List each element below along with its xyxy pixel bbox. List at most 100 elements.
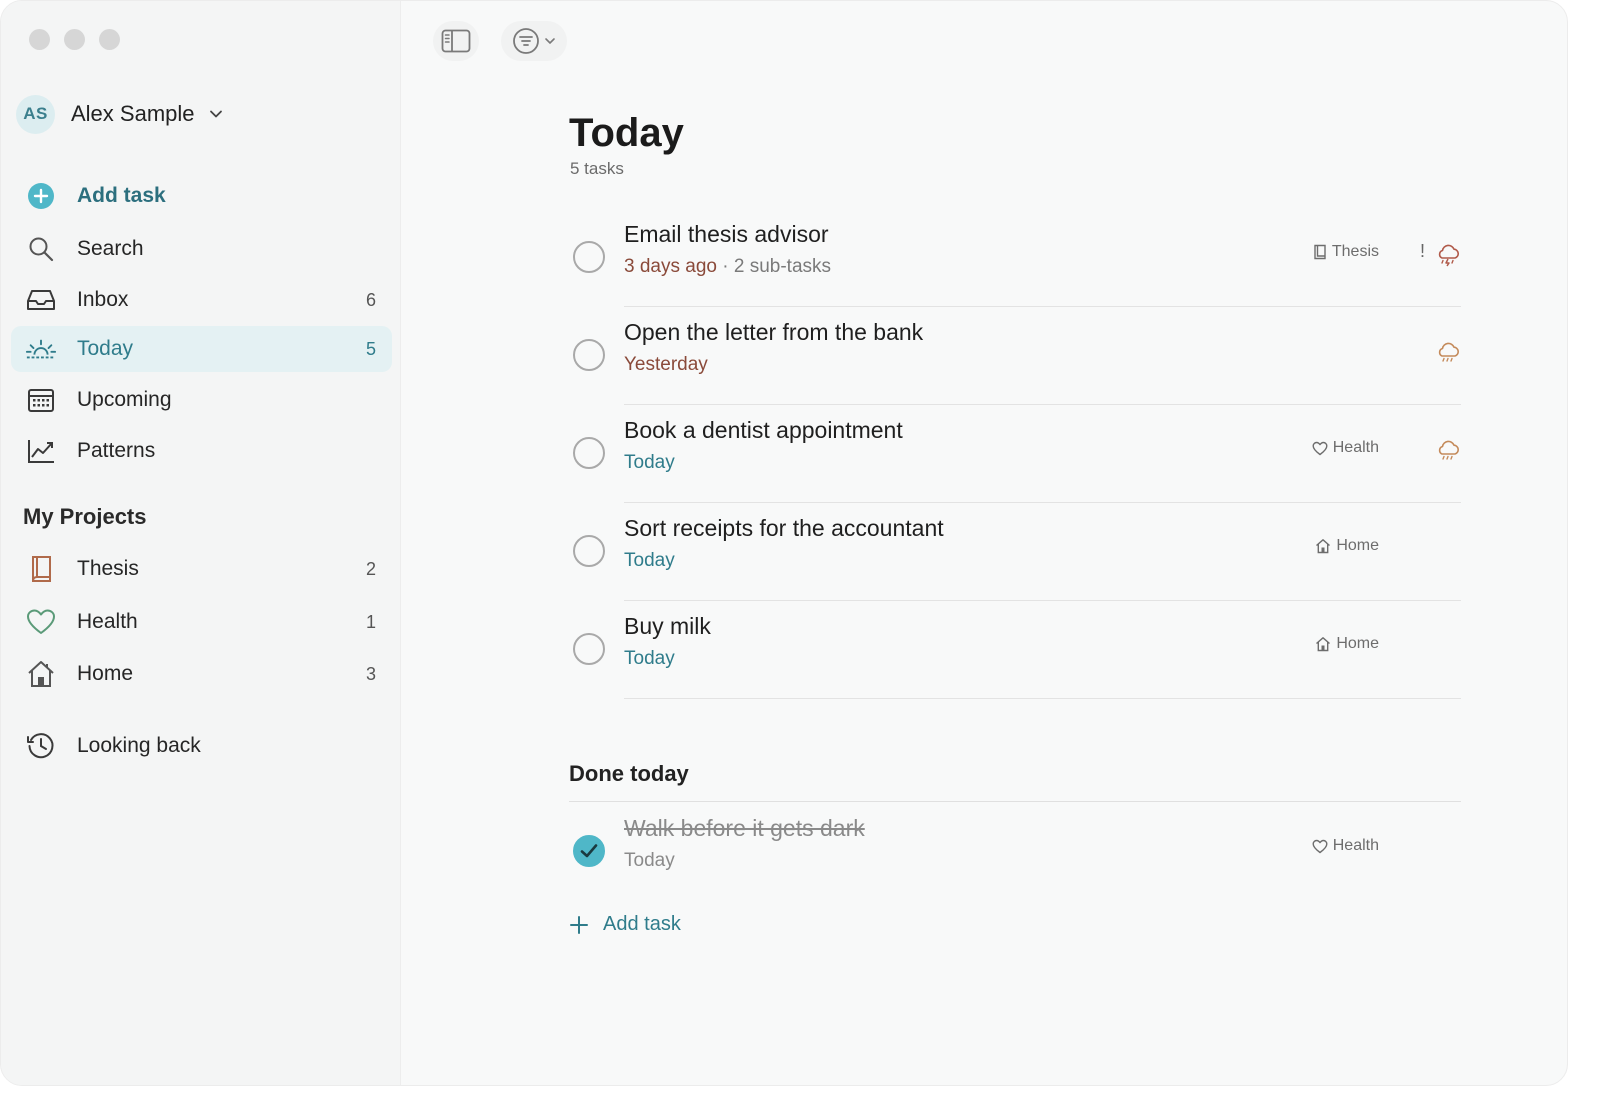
book-icon xyxy=(1314,244,1326,260)
window-controls xyxy=(29,29,120,50)
zoom-window-button[interactable] xyxy=(99,29,120,50)
inbox-tray-icon xyxy=(25,285,57,315)
minimize-window-button[interactable] xyxy=(64,29,85,50)
heart-icon xyxy=(25,607,57,637)
sidebar-item-label: Upcoming xyxy=(77,388,172,411)
heart-icon xyxy=(1312,441,1328,455)
task-meta: Today xyxy=(624,452,675,474)
sidebar-item-count: 2 xyxy=(365,558,376,579)
close-window-button[interactable] xyxy=(29,29,50,50)
task-title: Walk before it gets dark xyxy=(624,815,865,841)
section-divider xyxy=(569,801,1461,802)
house-icon xyxy=(1316,539,1331,554)
rain-cloud-icon xyxy=(1438,440,1459,460)
task-due-date: Today xyxy=(624,550,675,571)
priority-flag: ! xyxy=(1419,241,1425,261)
sunrise-icon xyxy=(25,334,57,364)
sidebar-item-label: Patterns xyxy=(77,439,156,462)
task-due-date: 3 days ago xyxy=(624,256,717,277)
task-row[interactable]: Book a dentist appointment Today Health xyxy=(569,405,1461,503)
sidebar-item-count: 3 xyxy=(365,663,376,684)
task-row[interactable]: Sort receipts for the accountant Today H… xyxy=(569,503,1461,601)
main-content: Today 5 tasks Email thesis advisor 3 day… xyxy=(401,1,1567,1085)
chevron-down-icon xyxy=(209,110,222,118)
task-checkbox[interactable] xyxy=(573,633,605,665)
add-task-button[interactable]: Add task xyxy=(569,913,681,936)
sidebar-item-count: 1 xyxy=(365,611,376,632)
sidebar-item-label: Health xyxy=(77,610,138,633)
house-icon xyxy=(1316,637,1331,652)
plus-icon xyxy=(570,915,588,934)
task-meta: Today xyxy=(624,648,675,670)
sidebar-item-label: Inbox xyxy=(77,288,129,311)
task-due-date: Yesterday xyxy=(624,354,708,375)
sidebar-item-upcoming[interactable]: Upcoming xyxy=(11,377,392,423)
avatar: AS xyxy=(16,94,55,134)
sidebar-item-label: Thesis xyxy=(77,557,139,580)
task-title: Sort receipts for the accountant xyxy=(624,515,944,541)
history-clock-icon xyxy=(25,731,57,761)
sidebar-item-patterns[interactable]: Patterns xyxy=(11,428,392,474)
task-title: Open the letter from the bank xyxy=(624,319,924,345)
task-project-tag[interactable]: Health xyxy=(1312,837,1379,855)
sidebar-item-project-health[interactable]: Health 1 xyxy=(11,599,392,645)
tag-label: Home xyxy=(1336,537,1379,554)
projects-section-title: My Projects xyxy=(23,504,147,529)
rain-cloud-icon xyxy=(1438,342,1459,362)
app-window: AS Alex Sample Add task Search Inbox 6 T… xyxy=(0,0,1568,1086)
task-project-tag[interactable]: Home xyxy=(1315,537,1379,555)
book-icon xyxy=(25,554,57,584)
sidebar-item-label: Looking back xyxy=(77,734,201,757)
sidebar-item-count: 5 xyxy=(365,338,376,359)
done-section-title: Done today xyxy=(569,761,689,786)
tag-label: Health xyxy=(1332,837,1379,854)
house-icon xyxy=(25,659,57,689)
sidebar-item-count: 6 xyxy=(365,289,376,310)
task-project-tag[interactable]: Home xyxy=(1315,635,1379,653)
account-name: Alex Sample xyxy=(71,101,195,126)
task-due-date: Today xyxy=(624,452,675,473)
tag-label: Health xyxy=(1332,439,1379,456)
sidebar-item-label: Add task xyxy=(77,184,166,207)
task-meta: Today xyxy=(624,550,675,572)
trend-chart-icon xyxy=(25,436,57,466)
sidebar-add-task-button[interactable]: Add task xyxy=(11,173,392,219)
tag-label: Home xyxy=(1336,635,1379,652)
sidebar-item-label: Today xyxy=(77,337,134,360)
task-project-tag[interactable]: Health xyxy=(1312,439,1379,457)
task-title: Email thesis advisor xyxy=(624,221,829,247)
task-meta: Yesterday xyxy=(624,354,708,376)
task-checkbox[interactable] xyxy=(573,241,605,273)
sidebar-item-project-thesis[interactable]: Thesis 2 xyxy=(11,546,392,592)
task-checkbox[interactable] xyxy=(573,339,605,371)
task-project-tag[interactable]: Thesis xyxy=(1313,243,1379,261)
task-meta: 3 days ago · 2 sub-tasks xyxy=(624,256,831,278)
tag-label: Thesis xyxy=(1331,243,1379,260)
sidebar-item-looking-back[interactable]: Looking back xyxy=(11,723,392,769)
storm-cloud-icon xyxy=(1438,244,1459,267)
sidebar-item-today[interactable]: Today 5 xyxy=(11,326,392,372)
task-row[interactable]: Open the letter from the bank Yesterday xyxy=(569,307,1461,405)
completed-task-row[interactable]: Walk before it gets dark Today Health xyxy=(569,803,1461,901)
sidebar-item-label: Search xyxy=(77,237,144,260)
calendar-icon xyxy=(25,385,57,415)
meta-separator: · xyxy=(716,256,734,277)
task-count: 5 tasks xyxy=(570,159,624,178)
sidebar-item-search[interactable]: Search xyxy=(11,226,392,272)
task-checkbox-checked[interactable] xyxy=(573,835,605,867)
plus-circle-icon xyxy=(25,181,57,211)
sidebar-item-label: Home xyxy=(77,662,134,685)
task-row[interactable]: Email thesis advisor 3 days ago · 2 sub-… xyxy=(569,209,1461,307)
sidebar-item-project-home[interactable]: Home 3 xyxy=(11,651,392,697)
search-icon xyxy=(25,234,57,264)
sidebar: AS Alex Sample Add task Search Inbox 6 T… xyxy=(1,1,401,1085)
account-switcher[interactable]: AS Alex Sample xyxy=(16,93,223,135)
task-due-date: Today xyxy=(624,648,675,669)
sidebar-item-inbox[interactable]: Inbox 6 xyxy=(11,277,392,323)
task-row[interactable]: Buy milk Today Home xyxy=(569,601,1461,699)
task-checkbox[interactable] xyxy=(573,535,605,567)
add-task-label: Add task xyxy=(603,913,681,935)
task-title: Buy milk xyxy=(624,613,711,639)
heart-icon xyxy=(1312,839,1328,853)
task-checkbox[interactable] xyxy=(573,437,605,469)
